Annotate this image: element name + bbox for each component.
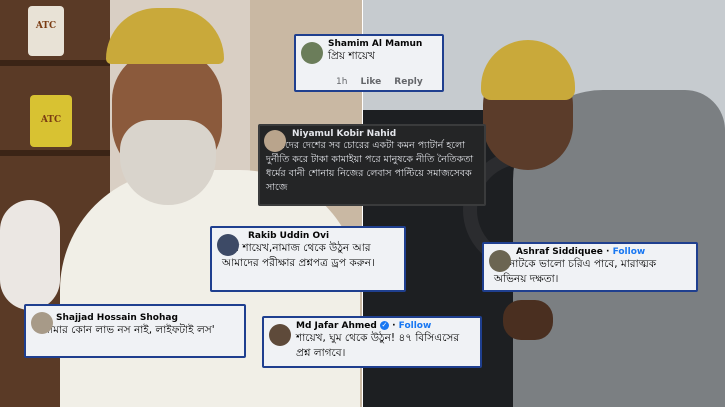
avatar [489, 250, 511, 272]
avatar [301, 42, 323, 64]
comment-author[interactable]: Shajjad Hossain Shohag [56, 313, 238, 323]
jar: ATC [30, 95, 72, 147]
prayer-cap [106, 8, 224, 64]
comment-author[interactable]: Rakib Uddin Ovi [248, 231, 398, 241]
author-name[interactable]: Md Jafar Ahmed [296, 321, 377, 331]
comment-card-niyamul: Niyamul Kobir Nahid আমাদের দেশের সব চোরে… [258, 124, 486, 206]
avatar [264, 130, 286, 152]
comment-text: আমাদের দেশের সব চোরের একটা কমন প্যাটার্ন… [266, 140, 474, 193]
comment-author: Md Jafar Ahmed ✓ · Follow [296, 321, 432, 331]
chair-back [0, 200, 60, 310]
jar: ATC [28, 6, 64, 56]
comment-card-shamim: Shamim Al Mamun প্রিয় শায়েখ 1h Like Re… [294, 34, 444, 92]
shelf-board [0, 60, 110, 66]
follow-button[interactable]: Follow [613, 247, 646, 257]
comment-author[interactable]: Niyamul Kobir Nahid [290, 129, 478, 139]
comment-time: 1h [336, 77, 348, 87]
follow-button[interactable]: Follow [399, 321, 432, 331]
like-button[interactable]: Like [361, 77, 382, 87]
comment-text: 'আমার কোন লাভ নস নাই, লাইফটাই লস' [38, 324, 215, 336]
reply-button[interactable]: Reply [394, 77, 422, 87]
comment-text: প্রিয় শায়েখ [328, 50, 375, 62]
avatar [269, 324, 291, 346]
comment-card-jafar: Md Jafar Ahmed ✓ · Follow শায়েখ, ঘুম থে… [262, 316, 482, 368]
shelf-board [0, 150, 110, 156]
verified-badge-icon: ✓ [379, 321, 389, 330]
comment-author[interactable]: Shamim Al Mamun [328, 39, 436, 49]
comment-author: Ashraf Siddiquee · Follow [516, 247, 646, 257]
avatar [217, 234, 239, 256]
comment-card-rakib: Rakib Uddin Ovi প্রিয় শায়েখ,নামাজ থেকে… [210, 226, 406, 292]
comment-text: মঞ্চনাটকে ভালো চরিএ পাবে, মারাত্মক অভিনয… [494, 258, 657, 285]
comment-text: শায়েখ, ঘুম থেকে উঠুন! ৪৭ বিসিএসের প্রশ্… [296, 332, 460, 359]
comment-card-ashraf: Ashraf Siddiquee · Follow মঞ্চনাটকে ভালো… [482, 242, 698, 292]
comment-card-shajjad: Shajjad Hossain Shohag 'আমার কোন লাভ নস … [24, 304, 246, 358]
hand [503, 300, 553, 340]
comment-text: প্রিয় শায়েখ,নামাজ থেকে উঠুন আর আমাদের … [222, 242, 375, 269]
avatar [31, 312, 53, 334]
author-name[interactable]: Ashraf Siddiquee [516, 247, 603, 257]
